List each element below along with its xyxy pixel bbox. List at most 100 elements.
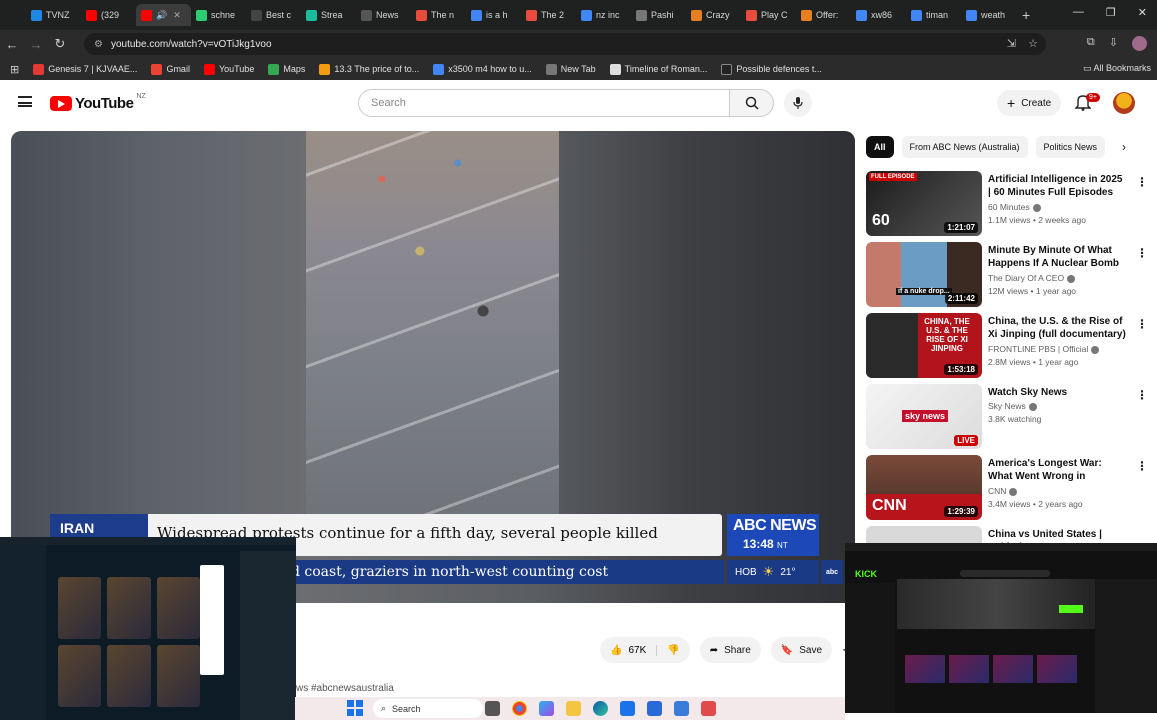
task-view-icon[interactable]	[485, 701, 500, 716]
video-title[interactable]: Artificial Intelligence in 2025 | 60 Min…	[988, 173, 1128, 199]
video-title[interactable]: Watch Sky News	[988, 386, 1128, 399]
overlay-window-stream[interactable]: KICK	[845, 543, 1157, 713]
more-options-icon[interactable]: ⋮	[1136, 459, 1148, 473]
browser-tab[interactable]: xw86	[851, 4, 906, 26]
more-options-icon[interactable]: ⋮	[1136, 175, 1148, 189]
game-tile[interactable]	[156, 577, 200, 639]
chip-all[interactable]: All	[866, 136, 894, 158]
all-bookmarks-button[interactable]: ▭ All Bookmarks	[1083, 63, 1151, 74]
download-icon[interactable]: ⇩	[1109, 36, 1118, 51]
browser-tab[interactable]: The 2	[521, 4, 576, 26]
browser-tab[interactable]: TVNZ	[26, 4, 81, 26]
video-thumbnail[interactable]: CHINA, THE U.S. & THE RISE OF XI JINPING…	[866, 313, 982, 378]
more-options-icon[interactable]: ⋮	[1136, 246, 1148, 260]
reload-icon[interactable]: ↻	[48, 36, 72, 52]
browser-tab[interactable]: Crazy	[686, 4, 741, 26]
bookmark-item[interactable]: Timeline of Roman...	[609, 63, 707, 75]
more-options-icon[interactable]: ⋮	[1136, 317, 1148, 331]
store-icon[interactable]	[647, 701, 662, 716]
overlay-follow-button[interactable]	[1059, 605, 1083, 613]
channel-name[interactable]: CNN	[988, 486, 1006, 496]
chevron-right-icon[interactable]: ›	[1122, 140, 1126, 154]
close-window-icon[interactable]: ✕	[1138, 6, 1147, 19]
account-avatar[interactable]	[1113, 92, 1135, 114]
app-icon[interactable]	[674, 701, 689, 716]
edge-icon[interactable]	[593, 701, 608, 716]
channel-name[interactable]: Sky News	[988, 401, 1026, 411]
bookmark-item[interactable]: Gmail	[151, 63, 190, 75]
channel-name[interactable]: FRONTLINE PBS | Official	[988, 344, 1088, 354]
browser-tab[interactable]: Pashi	[631, 4, 686, 26]
bookmark-star-icon[interactable]: ☆	[1028, 37, 1038, 50]
back-arrow-icon[interactable]: ←	[0, 37, 24, 52]
new-tab-plus-icon[interactable]: +	[1022, 7, 1030, 23]
bookmark-item[interactable]: New Tab	[545, 63, 596, 75]
game-tile[interactable]	[107, 577, 151, 639]
game-tile[interactable]	[156, 645, 200, 707]
share-button[interactable]: ➦ Share	[699, 637, 761, 663]
forward-arrow-icon[interactable]: →	[24, 37, 48, 52]
video-player[interactable]: IRAN Widespread protests continue for a …	[11, 131, 855, 603]
url-input[interactable]: ⚙ youtube.com/watch?v=vOTiJkg1voo ⇲ ☆	[84, 33, 1046, 55]
overlay-video-tile[interactable]	[1037, 655, 1077, 683]
overlay-search-input[interactable]	[960, 570, 1050, 577]
install-app-icon[interactable]: ⇲	[1007, 37, 1016, 50]
browser-tab[interactable]: is a h	[466, 4, 521, 26]
chip-from-channel[interactable]: From ABC News (Australia)	[901, 136, 1028, 158]
dislike-button[interactable]: 👎	[657, 645, 689, 656]
browser-tab[interactable]: (329	[81, 4, 136, 26]
browser-tab[interactable]: Best c	[246, 4, 301, 26]
browser-tab[interactable]: schne	[191, 4, 246, 26]
file-explorer-icon[interactable]	[566, 701, 581, 716]
browser-tab[interactable]: News	[356, 4, 411, 26]
create-button[interactable]: + Create	[997, 90, 1062, 116]
channel-name[interactable]: The Diary Of A CEO	[988, 273, 1064, 283]
chrome-icon[interactable]	[512, 701, 527, 716]
recommendation-item[interactable]: if a nuke drop... 2:11:42 Minute By Minu…	[866, 242, 1151, 310]
game-tile[interactable]	[58, 577, 102, 639]
overlay-video-tile[interactable]	[949, 655, 989, 683]
bookmark-item[interactable]: x3500 m4 how to u...	[433, 63, 532, 75]
windows-start-icon[interactable]	[347, 700, 363, 716]
browser-tab[interactable]: The n	[411, 4, 466, 26]
profile-avatar-icon[interactable]	[1132, 36, 1147, 51]
search-input[interactable]: Search	[358, 89, 730, 117]
copilot-icon[interactable]	[539, 701, 554, 716]
browser-tab[interactable]: nz inc	[576, 4, 631, 26]
taskbar-search-input[interactable]: ⌕ Search	[373, 699, 483, 718]
browser-tab[interactable]: Play C	[741, 4, 796, 26]
save-button[interactable]: 🔖 Save	[770, 637, 833, 663]
game-tile[interactable]	[107, 645, 151, 707]
voice-search-button[interactable]	[784, 89, 812, 117]
channel-name[interactable]: 60 Minutes	[988, 202, 1030, 212]
extensions-icon[interactable]: ⧉	[1087, 36, 1095, 51]
bookmark-item[interactable]: Maps	[268, 63, 305, 75]
video-thumbnail[interactable]: if a nuke drop... 2:11:42	[866, 242, 982, 307]
video-title[interactable]: Minute By Minute Of What Happens If A Nu…	[988, 244, 1128, 270]
like-button[interactable]: 👍 67K	[600, 644, 658, 656]
maximize-icon[interactable]: ❐	[1106, 6, 1116, 19]
video-title[interactable]: America's Longest War: What Went Wrong i…	[988, 457, 1128, 483]
video-thumbnail[interactable]: FULL EPISODE 60 1:21:07	[866, 171, 982, 236]
browser-tab[interactable]: timan	[906, 4, 961, 26]
minimize-icon[interactable]: —	[1073, 6, 1084, 19]
description-hashtags[interactable]: ws #abcnewsaustralia	[296, 683, 394, 694]
mail-icon[interactable]	[620, 701, 635, 716]
browser-tab[interactable]: Offer:	[796, 4, 851, 26]
overlay-video-tile[interactable]	[905, 655, 945, 683]
speaker-icon[interactable]: 🔊	[156, 10, 167, 21]
more-options-icon[interactable]: ⋮	[1136, 388, 1148, 402]
site-info-icon[interactable]: ⚙	[94, 39, 103, 50]
browser-tab[interactable]: weath	[961, 4, 1016, 26]
game-tile[interactable]	[58, 645, 102, 707]
apps-grid-icon[interactable]: ⊞	[10, 63, 19, 76]
search-button[interactable]	[730, 89, 774, 117]
overlay-video-tile[interactable]	[993, 655, 1033, 683]
bookmark-item[interactable]: Genesis 7 | KJVAAE...	[33, 63, 137, 75]
recommendation-item[interactable]: CNN 1:29:39 America's Longest War: What …	[866, 455, 1151, 523]
youtube-logo[interactable]: YouTube NZ	[50, 93, 146, 112]
bookmark-item[interactable]: Possible defences t...	[721, 63, 822, 75]
bookmark-item[interactable]: 13.3 The price of to...	[319, 63, 419, 75]
menu-hamburger-icon[interactable]	[18, 96, 32, 107]
recommendation-item[interactable]: FULL EPISODE 60 1:21:07 Artificial Intel…	[866, 171, 1151, 239]
